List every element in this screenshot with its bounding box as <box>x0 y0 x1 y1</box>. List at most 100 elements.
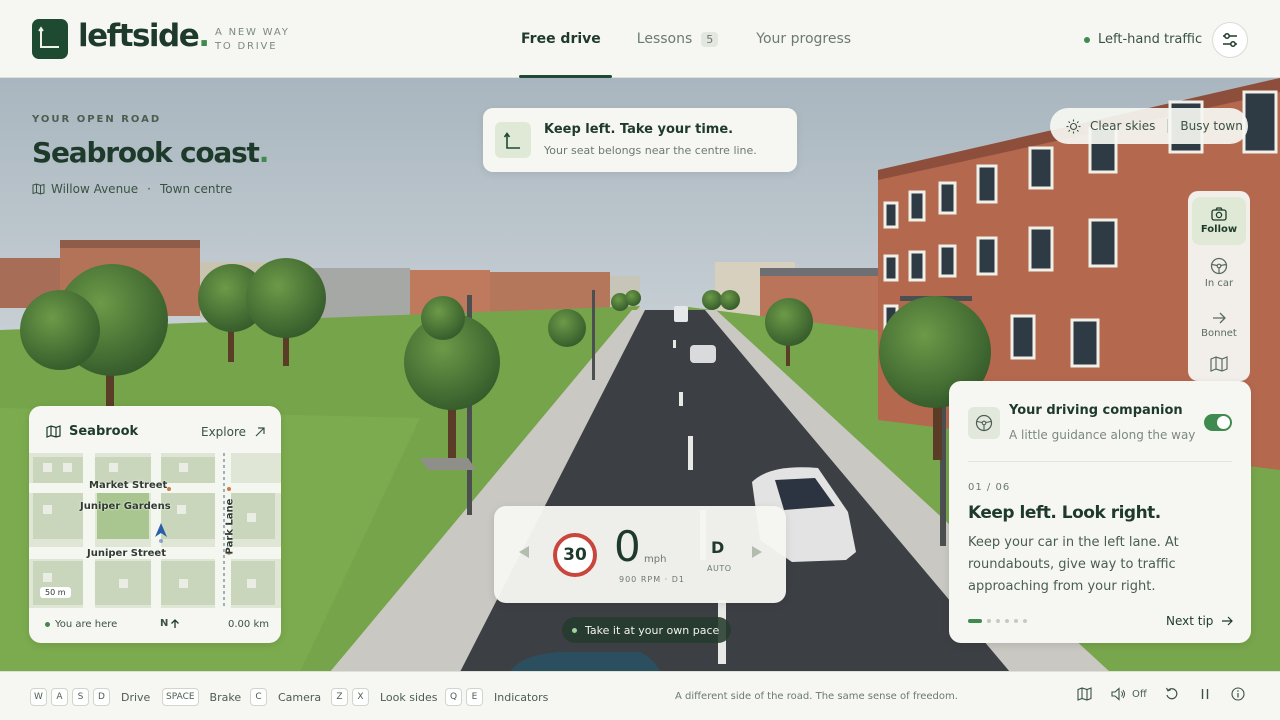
explore-button[interactable]: Explore <box>201 425 266 439</box>
minimap-view[interactable]: Market Street Juniper Gardens Juniper St… <box>29 453 281 608</box>
speaker-icon <box>1111 687 1125 701</box>
main-nav: Free drive Lessons 5 Your progress <box>510 0 889 78</box>
camera-option-label: Bonnet <box>1201 328 1237 339</box>
tip-dot[interactable] <box>987 619 991 623</box>
driving-companion-card: Your driving companion A little guidance… <box>949 381 1251 643</box>
camera-option-label: In car <box>1204 278 1234 289</box>
pace-hint: Take it at your own pace <box>562 617 732 643</box>
tip-dot[interactable] <box>996 619 1000 623</box>
control-label: Camera <box>278 690 322 704</box>
next-icon[interactable] <box>751 545 763 559</box>
tab-free-drive[interactable]: Free drive <box>510 0 612 78</box>
location-kicker: YOUR OPEN ROAD <box>32 114 162 125</box>
previous-icon[interactable] <box>518 545 530 559</box>
minimap-card: Seabrook Explore Market Street Juniper G… <box>29 406 281 643</box>
key-d: D <box>93 688 110 706</box>
logo-icon[interactable] <box>32 19 68 59</box>
tab-label: Free drive <box>521 31 601 47</box>
camera-map-button[interactable] <box>1192 351 1246 377</box>
restart-icon[interactable] <box>1165 687 1179 701</box>
companion-toggle[interactable] <box>1204 414 1232 431</box>
rpm-readout: 900 RPM · D1 <box>619 575 685 584</box>
map-icon <box>46 425 61 438</box>
map-icon <box>1210 356 1228 372</box>
pause-icon[interactable] <box>1199 687 1211 701</box>
steering-wheel-icon <box>968 407 1000 439</box>
weather-option[interactable]: Clear skies <box>1090 119 1155 133</box>
next-tip-label: Next tip <box>1166 614 1214 628</box>
info-icon[interactable] <box>1231 687 1245 701</box>
footer-actions: Off <box>1077 687 1245 701</box>
bottom-bar: W A S D Drive SPACE Brake C Camera Z X L… <box>0 671 1280 720</box>
tab-your-progress[interactable]: Your progress <box>756 0 851 78</box>
tip-pagination <box>968 619 1027 623</box>
tip-dot[interactable] <box>1023 619 1027 623</box>
minimap-header: Seabrook <box>46 424 138 439</box>
camera-bonnet-button[interactable]: Bonnet <box>1192 301 1246 349</box>
you-are-here-label: You are here <box>55 619 118 630</box>
divider <box>1167 119 1169 133</box>
brand-name-text: leftside <box>78 18 200 54</box>
compass-heading: N <box>160 618 180 629</box>
divider <box>968 461 1232 462</box>
control-hint-drive: W A S D Drive <box>30 688 150 706</box>
next-tip-button[interactable]: Next tip <box>1166 614 1234 628</box>
tab-label: Your progress <box>756 31 852 47</box>
control-label: Brake <box>209 690 242 704</box>
brand-tagline: A NEW WAY TO DRIVE <box>215 27 290 52</box>
street-label-gardens: Juniper Gardens <box>80 501 171 512</box>
breadcrumb-separator: · <box>147 182 151 196</box>
map-icon <box>32 183 45 195</box>
speed-limit-sign: 30 <box>553 533 597 577</box>
tip-dot[interactable] <box>1014 619 1018 623</box>
control-hint-look-sides: Z X Look sides <box>331 688 438 706</box>
map-icon[interactable] <box>1077 687 1092 701</box>
street-label-juniper: Juniper Street <box>87 548 166 559</box>
tab-lessons[interactable]: Lessons 5 <box>637 0 719 78</box>
sun-icon <box>1066 119 1081 133</box>
pace-hint-label: Take it at your own pace <box>585 623 720 637</box>
brand-name[interactable]: leftside. <box>78 18 210 54</box>
tip-dot[interactable] <box>1005 619 1009 623</box>
camera-switcher: Follow In car Bonnet <box>1188 191 1250 381</box>
street-label-market: Market Street <box>89 480 168 491</box>
key-w: W <box>30 688 47 706</box>
camera-in-car-button[interactable]: In car <box>1192 249 1246 297</box>
instruction-subtitle: Your seat belongs near the centre line. <box>544 144 757 157</box>
key-e: E <box>466 688 483 706</box>
top-bar: leftside. A NEW WAY TO DRIVE Free drive … <box>0 0 1280 78</box>
location-breadcrumb: Willow Avenue · Town centre <box>32 182 232 196</box>
instruction-card: Keep left. Take your time. Your seat bel… <box>483 108 797 172</box>
location-title-dot: . <box>258 136 270 169</box>
traffic-mode-label: Left-hand traffic <box>1098 32 1203 47</box>
explore-label: Explore <box>201 425 247 439</box>
tip-title: Keep left. Look right. <box>968 503 1161 523</box>
tip-dot[interactable] <box>968 619 982 623</box>
status-dot-icon <box>1084 36 1090 43</box>
area-name: Town centre <box>160 182 233 196</box>
tip-counter: 01 / 06 <box>968 482 1011 493</box>
north-arrow-icon <box>171 618 180 628</box>
control-label: Indicators <box>494 690 549 704</box>
key-a: A <box>51 688 68 706</box>
traffic-density-option[interactable]: Busy town <box>1180 119 1242 133</box>
control-label: Look sides <box>380 690 438 704</box>
camera-follow-button[interactable]: Follow <box>1192 197 1246 245</box>
keep-left-icon <box>495 122 531 158</box>
sliders-icon <box>1223 33 1237 47</box>
control-hint-indicators: Q E Indicators <box>445 688 548 706</box>
steering-wheel-icon <box>1210 257 1228 275</box>
footer-tagline: A different side of the road. The same s… <box>675 691 958 702</box>
control-hint-brake: SPACE Brake <box>162 688 241 706</box>
arrow-right-icon <box>1222 616 1234 626</box>
speed-unit: mph <box>644 554 667 565</box>
sound-toggle[interactable]: Off <box>1111 687 1147 701</box>
gear-indicator: D <box>711 538 725 557</box>
key-c: C <box>250 688 267 706</box>
distance-travelled: 0.00 km <box>228 619 269 630</box>
you-are-here-dot-icon <box>45 622 50 627</box>
control-hint-camera: C Camera <box>250 688 321 706</box>
settings-button[interactable] <box>1212 22 1248 58</box>
companion-title: Your driving companion <box>1009 403 1183 418</box>
arrow-right-icon <box>1213 312 1226 324</box>
